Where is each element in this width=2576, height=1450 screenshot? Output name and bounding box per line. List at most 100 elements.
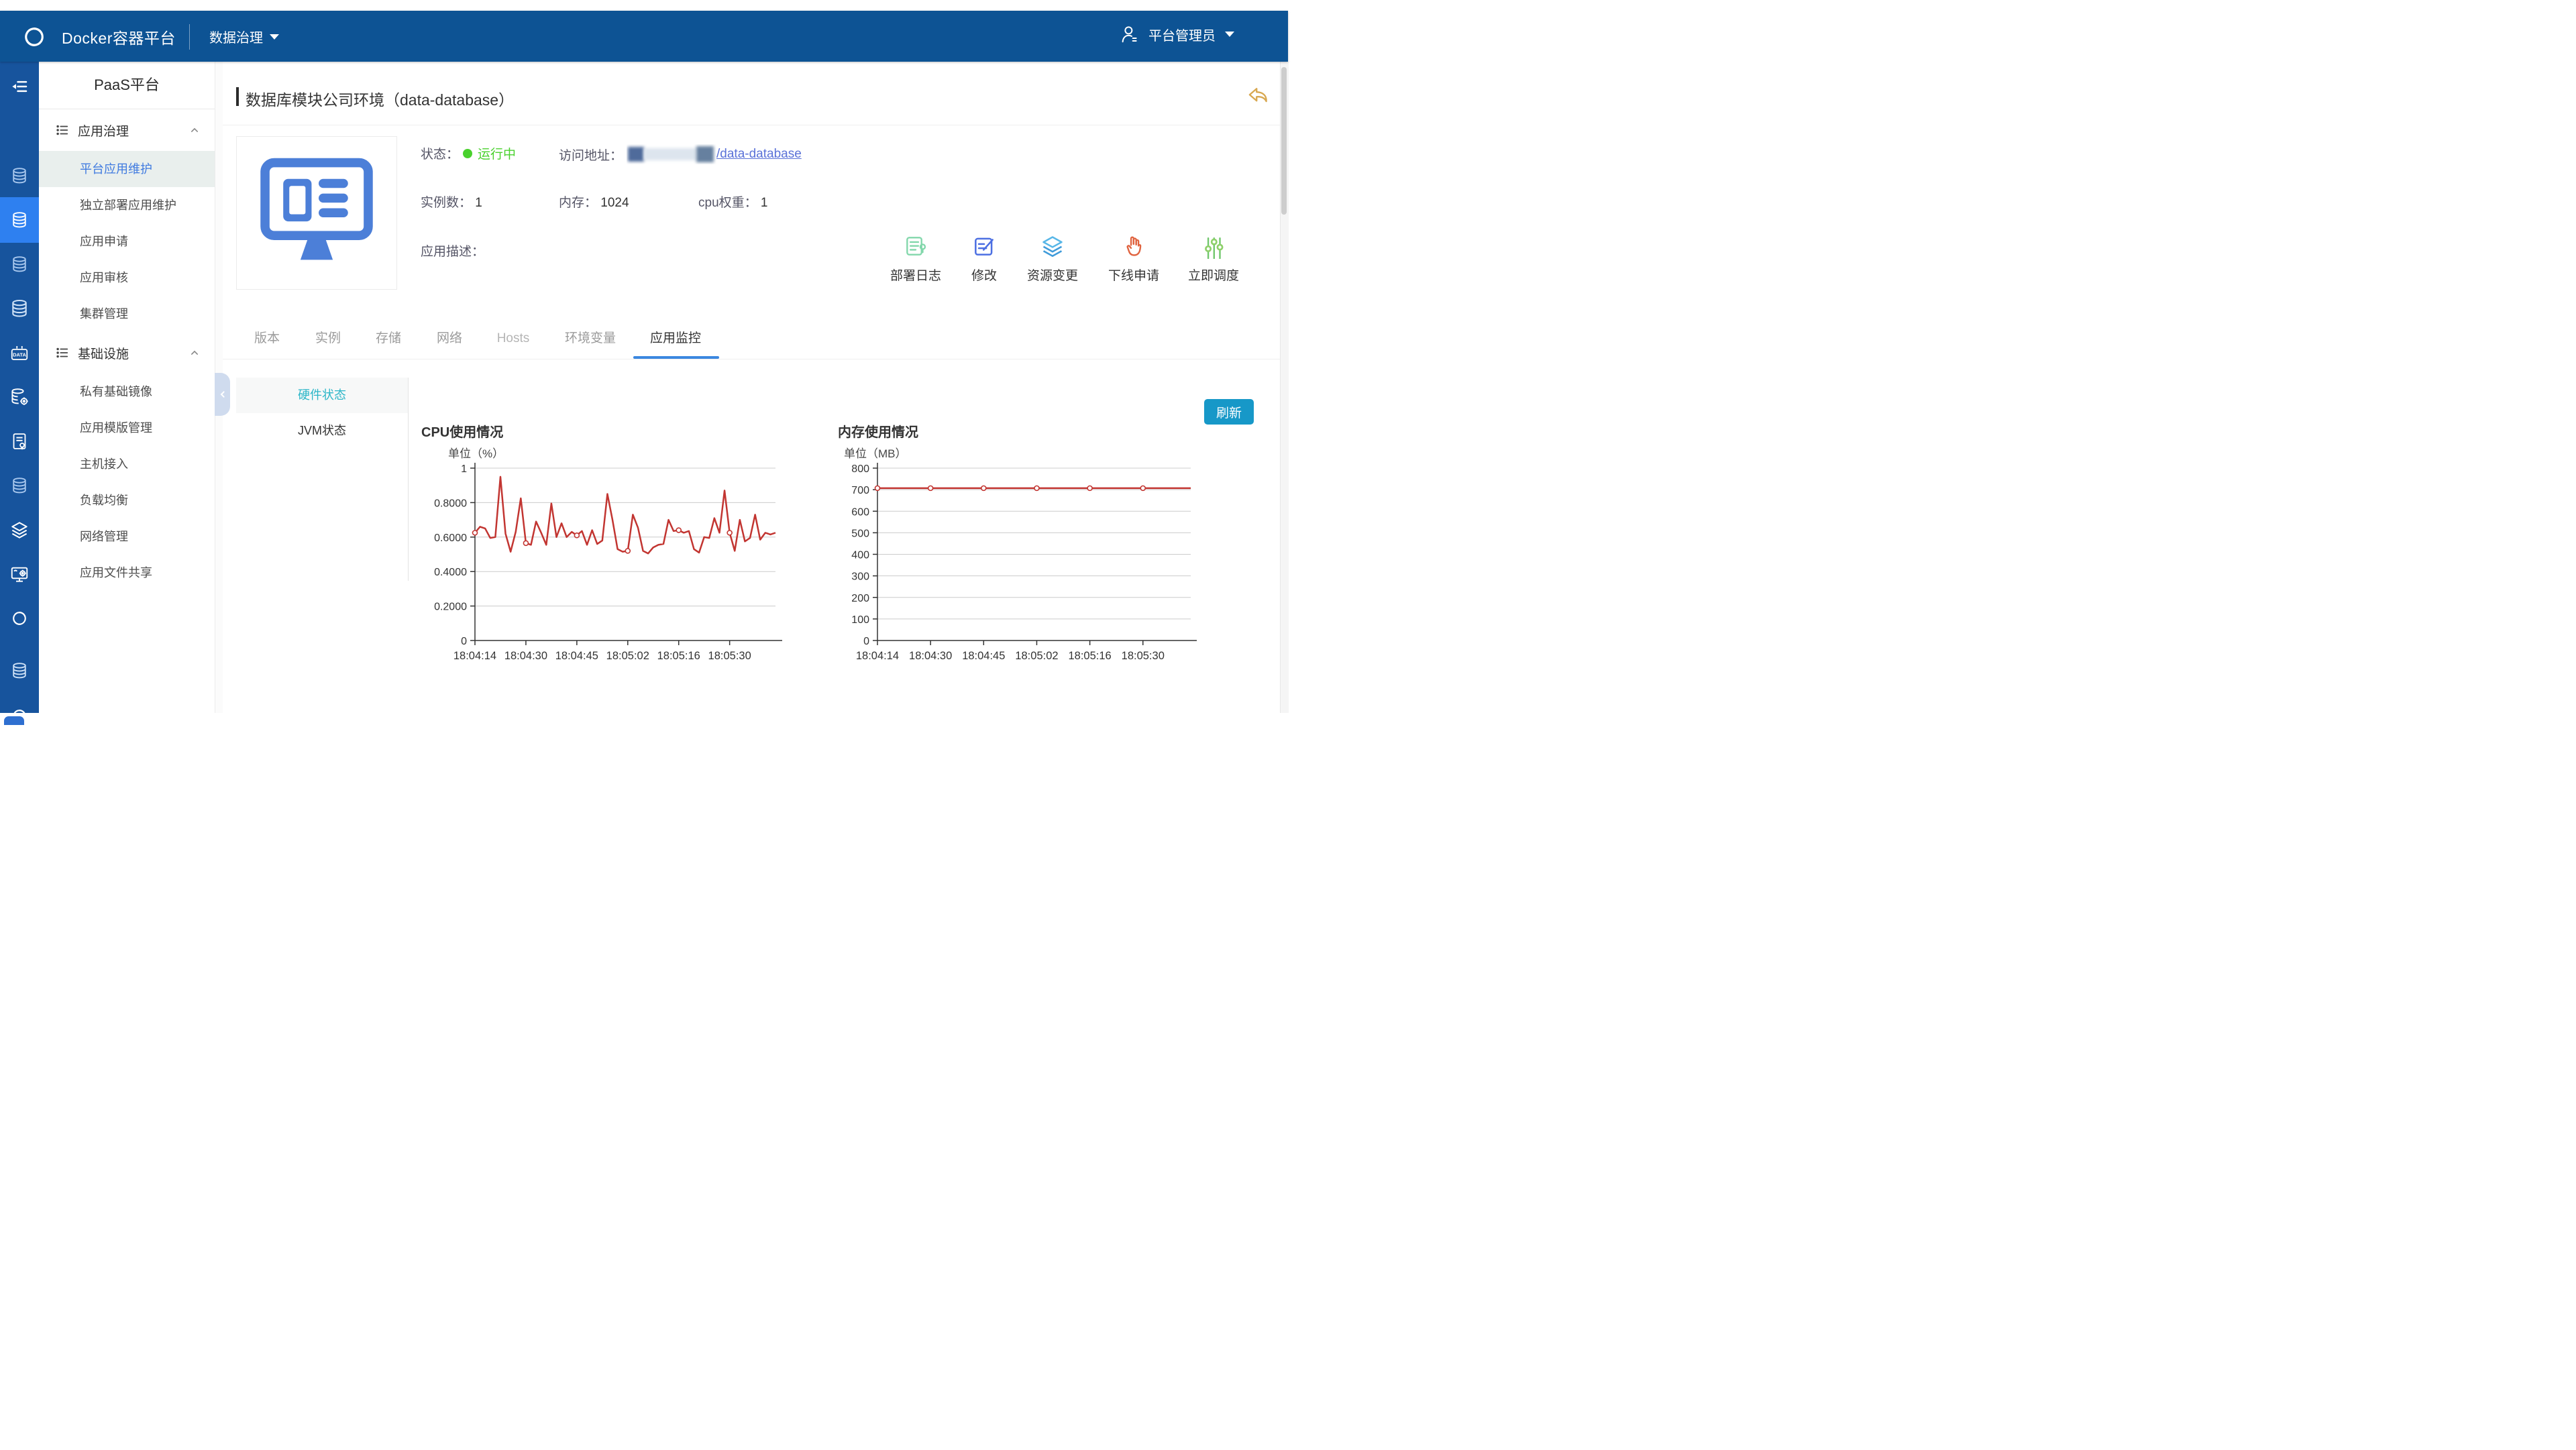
svg-text:1: 1	[461, 463, 467, 475]
instances-value: 1	[475, 196, 482, 210]
address-redacted	[627, 144, 716, 164]
action-label: 部署日志	[890, 266, 941, 284]
instances-field: 实例数： 1	[421, 192, 482, 211]
sidebar-collapse-handle[interactable]	[215, 373, 230, 416]
tab-storage[interactable]: 存储	[376, 322, 401, 359]
cpu-chart-unit: 单位（%）	[448, 444, 504, 461]
database-icon[interactable]	[10, 255, 29, 274]
sidebar-item-load-balancing[interactable]: 负载均衡	[39, 482, 215, 518]
chevron-down-icon	[270, 34, 279, 40]
svg-text:0.6000: 0.6000	[434, 533, 467, 544]
tab-env-variables[interactable]: 环境变量	[565, 322, 616, 359]
svg-text:300: 300	[851, 571, 869, 583]
action-resource-change[interactable]: 资源变更	[1012, 233, 1093, 284]
chevron-down-icon	[1225, 32, 1234, 37]
list-icon	[55, 123, 70, 137]
address-link[interactable]: /data-database	[716, 147, 802, 162]
tab-instance[interactable]: 实例	[315, 322, 341, 359]
status-value: 运行中	[478, 144, 516, 162]
chevron-up-icon	[188, 346, 201, 359]
swirl-icon[interactable]	[9, 706, 30, 713]
database-gear-icon[interactable]	[9, 387, 30, 407]
offline-request-icon	[1121, 233, 1146, 259]
page-title-bar	[236, 87, 239, 106]
menu-toggle-icon[interactable]	[9, 76, 30, 97]
svg-text:18:05:16: 18:05:16	[1068, 650, 1111, 662]
edit-icon	[971, 233, 997, 259]
svg-text:18:05:02: 18:05:02	[606, 650, 649, 662]
tab-app-monitoring[interactable]: 应用监控	[650, 322, 701, 359]
svg-text:0: 0	[461, 636, 467, 647]
svg-text:18:05:02: 18:05:02	[1015, 650, 1058, 662]
nav-data-governance[interactable]: 数据治理	[209, 27, 279, 46]
sidebar-item-app-review[interactable]: 应用审核	[39, 260, 215, 296]
svg-text:18:04:45: 18:04:45	[555, 650, 598, 662]
svg-text:18:05:16: 18:05:16	[657, 650, 700, 662]
sidebar-item-standalone-app-maintenance[interactable]: 独立部署应用维护	[39, 187, 215, 223]
sidebar-item-private-base-image[interactable]: 私有基础镜像	[39, 374, 215, 410]
data-node-icon[interactable]: DATA	[9, 343, 30, 363]
svg-text:0: 0	[863, 636, 869, 647]
document-certificate-icon[interactable]	[10, 432, 30, 451]
address-label: 访问地址：	[559, 146, 623, 164]
svg-text:0.2000: 0.2000	[434, 602, 467, 613]
subnav-hardware-status[interactable]: 硬件状态	[236, 378, 408, 413]
sidebar-item-platform-app-maintenance[interactable]: 平台应用维护	[39, 151, 215, 187]
database-icon[interactable]	[9, 298, 30, 319]
database-icon[interactable]	[10, 476, 29, 495]
svg-text:18:05:30: 18:05:30	[1122, 650, 1165, 662]
memory-chart-title: 内存使用情况	[838, 421, 918, 441]
svg-text:18:04:14: 18:04:14	[453, 650, 496, 662]
action-label: 下线申请	[1108, 266, 1159, 284]
page-title: 数据库模块公司环境（data-database）	[246, 87, 514, 110]
memory-value: 1024	[600, 196, 629, 210]
database-icon[interactable]	[10, 166, 29, 185]
clipped-rail-icon	[4, 716, 24, 725]
sidebar-title: PaaS平台	[39, 62, 215, 109]
action-offline-request[interactable]: 下线申请	[1093, 233, 1174, 284]
refresh-button[interactable]: 刷新	[1204, 399, 1254, 425]
layers-icon[interactable]	[9, 520, 30, 540]
app-title: Docker容器平台	[62, 25, 176, 48]
cpu-weight-value: 1	[761, 196, 768, 210]
svg-text:18:04:30: 18:04:30	[504, 650, 547, 662]
tab-hosts[interactable]: Hosts	[497, 322, 530, 359]
svg-text:100: 100	[851, 614, 869, 626]
page-scrollbar-thumb[interactable]	[1281, 67, 1287, 215]
app-monitor-icon	[256, 156, 378, 271]
user-menu[interactable]: 平台管理员	[1119, 24, 1234, 44]
sidebar: PaaS平台 应用治理 平台应用维护 独立部署应用维护 应用申请 应用审核 集群…	[39, 62, 215, 713]
user-icon	[1119, 24, 1139, 44]
section-label: 应用治理	[78, 121, 188, 140]
tabs-bar: 版本 实例 存储 网络 Hosts 环境变量 应用监控	[223, 322, 1288, 359]
svg-text:0.4000: 0.4000	[434, 567, 467, 578]
sidebar-item-app-application[interactable]: 应用申请	[39, 223, 215, 260]
back-reply-icon[interactable]	[1246, 86, 1271, 107]
sidebar-item-cluster-management[interactable]: 集群管理	[39, 296, 215, 332]
subnav-jvm-status[interactable]: JVM状态	[236, 413, 408, 449]
svg-text:500: 500	[851, 528, 869, 539]
svg-text:18:04:14: 18:04:14	[856, 650, 899, 662]
swirl-icon[interactable]	[9, 608, 30, 628]
tab-version[interactable]: 版本	[254, 322, 280, 359]
sidebar-section-app-governance[interactable]: 应用治理	[39, 109, 215, 151]
sidebar-item-app-file-sharing[interactable]: 应用文件共享	[39, 555, 215, 591]
svg-text:700: 700	[851, 485, 869, 496]
status-label: 状态：	[421, 144, 459, 162]
sidebar-item-network-management[interactable]: 网络管理	[39, 518, 215, 555]
description-field: 应用描述：	[421, 241, 484, 260]
sidebar-item-app-template-management[interactable]: 应用模版管理	[39, 410, 215, 446]
schedule-now-icon	[1201, 233, 1226, 259]
deploy-log-icon	[903, 233, 928, 259]
svg-text:DATA: DATA	[13, 352, 26, 358]
monitor-gear-icon[interactable]	[9, 564, 30, 584]
svg-text:0.8000: 0.8000	[434, 498, 467, 509]
sidebar-item-host-access[interactable]: 主机接入	[39, 446, 215, 482]
database-icon[interactable]	[10, 661, 29, 680]
memory-chart-unit: 单位（MB）	[844, 444, 907, 461]
sidebar-section-infrastructure[interactable]: 基础设施	[39, 332, 215, 374]
database-icon-active[interactable]	[10, 211, 29, 229]
memory-field: 内存： 1024	[559, 192, 629, 211]
tab-network[interactable]: 网络	[437, 322, 462, 359]
action-schedule-now[interactable]: 立即调度	[1173, 233, 1254, 284]
